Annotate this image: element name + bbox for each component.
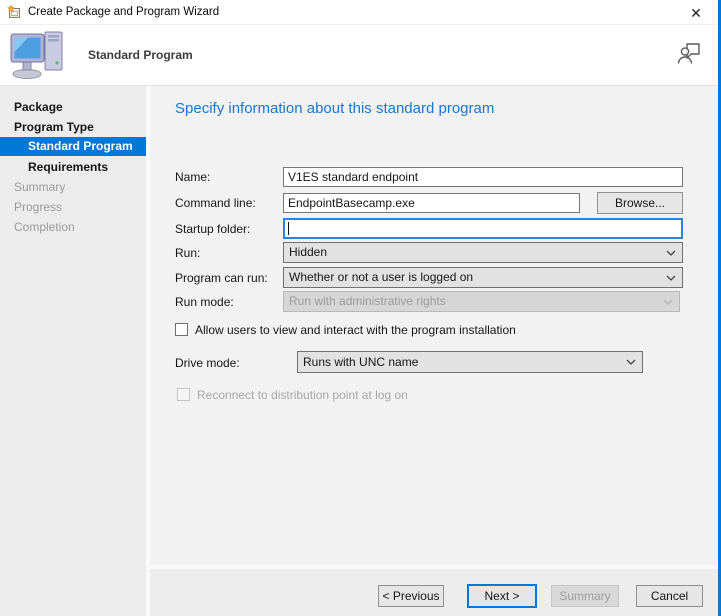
run-mode-label: Run mode: [175,295,234,309]
feedback-icon[interactable] [677,40,703,66]
run-label: Run: [175,246,200,260]
run-mode-dropdown: Run with administrative rights [283,291,680,312]
run-dropdown[interactable]: Hidden [283,242,683,263]
startup-folder-input[interactable] [283,218,683,239]
chevron-down-icon [663,299,673,305]
wizard-window-icon [7,5,22,20]
page-title: Specify information about this standard … [175,100,494,117]
sidebar-item-progress: Progress [0,198,146,217]
command-line-input[interactable] [283,193,580,213]
program-can-run-label: Program can run: [175,271,268,285]
chevron-down-icon [666,275,676,281]
command-line-label: Command line: [175,196,256,210]
next-button[interactable]: Next > [467,584,537,608]
allow-interact-checkbox-label[interactable]: Allow users to view and interact with th… [195,323,516,337]
chevron-down-icon [666,250,676,256]
drive-mode-label: Drive mode: [175,356,240,370]
allow-interact-checkbox[interactable] [175,323,188,336]
chevron-down-icon [626,359,636,365]
reconnect-checkbox-label: Reconnect to distribution point at log o… [197,388,408,402]
sidebar-item-completion: Completion [0,218,146,237]
startup-folder-label: Startup folder: [175,222,250,236]
wizard-header: Standard Program [0,25,718,86]
previous-button[interactable]: < Previous [378,585,444,607]
program-can-run-selected-value: Whether or not a user is logged on [289,270,473,284]
computer-icon [10,30,66,80]
drive-mode-dropdown[interactable]: Runs with UNC name [297,351,643,373]
close-button[interactable]: ✕ [683,2,709,23]
wizard-steps-sidebar: Package Program Type Standard Program Re… [0,86,146,616]
sidebar-item-package[interactable]: Package [0,98,146,117]
cancel-button[interactable]: Cancel [636,585,703,607]
summary-button: Summary [551,585,619,607]
sidebar-item-requirements[interactable]: Requirements [0,158,146,177]
text-cursor [288,222,289,235]
wizard-page-content: Specify information about this standard … [150,86,718,565]
title-bar[interactable]: Create Package and Program Wizard ✕ [0,0,718,25]
wizard-footer: < Previous Next > Summary Cancel [150,569,718,616]
create-package-program-wizard-window: Create Package and Program Wizard ✕ Stan… [0,0,721,616]
wizard-page-group-title: Standard Program [88,48,193,62]
name-label: Name: [175,170,210,184]
name-input[interactable] [283,167,683,187]
window-title: Create Package and Program Wizard [28,6,219,18]
reconnect-checkbox [177,388,190,401]
browse-button[interactable]: Browse... [597,192,683,214]
run-mode-selected-value: Run with administrative rights [289,294,446,308]
sidebar-item-summary: Summary [0,178,146,197]
program-can-run-dropdown[interactable]: Whether or not a user is logged on [283,267,683,288]
drive-mode-selected-value: Runs with UNC name [303,355,418,369]
run-selected-value: Hidden [289,245,327,259]
sidebar-item-program-type[interactable]: Program Type [0,118,146,137]
sidebar-item-standard-program[interactable]: Standard Program [0,137,146,156]
